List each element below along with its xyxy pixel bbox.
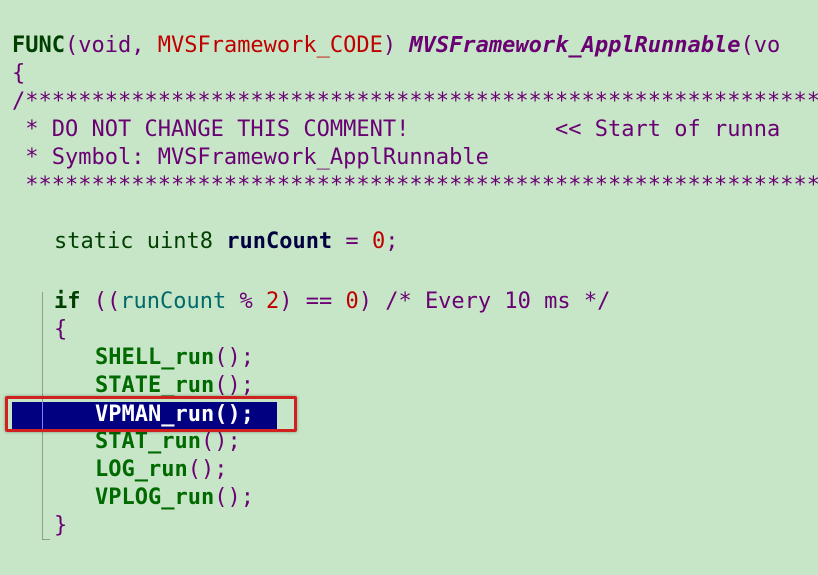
code-line-brace-open[interactable]: { <box>12 60 25 88</box>
fold-guide-end <box>42 539 50 540</box>
static-keyword: static <box>54 229 134 254</box>
variable-runcount: runCount <box>226 229 333 254</box>
code-line-if-statement[interactable]: if ((runCount % 2) == 0) /* Every 10 ms … <box>54 288 610 316</box>
function-name: MVSFramework_ApplRunnable <box>409 33 741 58</box>
code-line-block-open[interactable]: { <box>54 316 67 344</box>
code-line-stat-run[interactable]: STAT_run(); <box>95 428 241 456</box>
type-keyword: uint8 <box>146 229 213 254</box>
code-line-comment-stars-top[interactable]: /***************************************… <box>12 88 818 116</box>
if-keyword: if <box>54 289 81 314</box>
code-line-log-run[interactable]: LOG_run(); <box>95 456 227 484</box>
code-line-comment-stars-bottom[interactable]: ****************************************… <box>12 172 818 200</box>
code-editor[interactable]: FUNC(void, MVSFramework_CODE) MVSFramewo… <box>0 0 818 575</box>
code-line-shell-run[interactable]: SHELL_run(); <box>95 344 254 372</box>
code-line-func-signature[interactable]: FUNC(void, MVSFramework_CODE) MVSFramewo… <box>12 32 780 60</box>
annotation-highlight-box <box>5 396 297 432</box>
code-line-block-close[interactable]: } <box>54 512 67 540</box>
variable-runcount-ref: runCount <box>120 289 227 314</box>
code-line-comment-do-not-change[interactable]: * DO NOT CHANGE THIS COMMENT! << Start o… <box>12 116 780 144</box>
code-line-static-declaration[interactable]: static uint8 runCount = 0; <box>54 228 398 256</box>
inline-comment: /* Every 10 ms */ <box>385 289 611 314</box>
code-line-comment-symbol[interactable]: * Symbol: MVSFramework_ApplRunnable <box>12 144 489 172</box>
func-keyword: FUNC <box>12 33 65 58</box>
code-macro: MVSFramework_CODE <box>157 33 383 58</box>
code-line-vplog-run[interactable]: VPLOG_run(); <box>95 484 254 512</box>
void-keyword: void <box>78 33 132 58</box>
